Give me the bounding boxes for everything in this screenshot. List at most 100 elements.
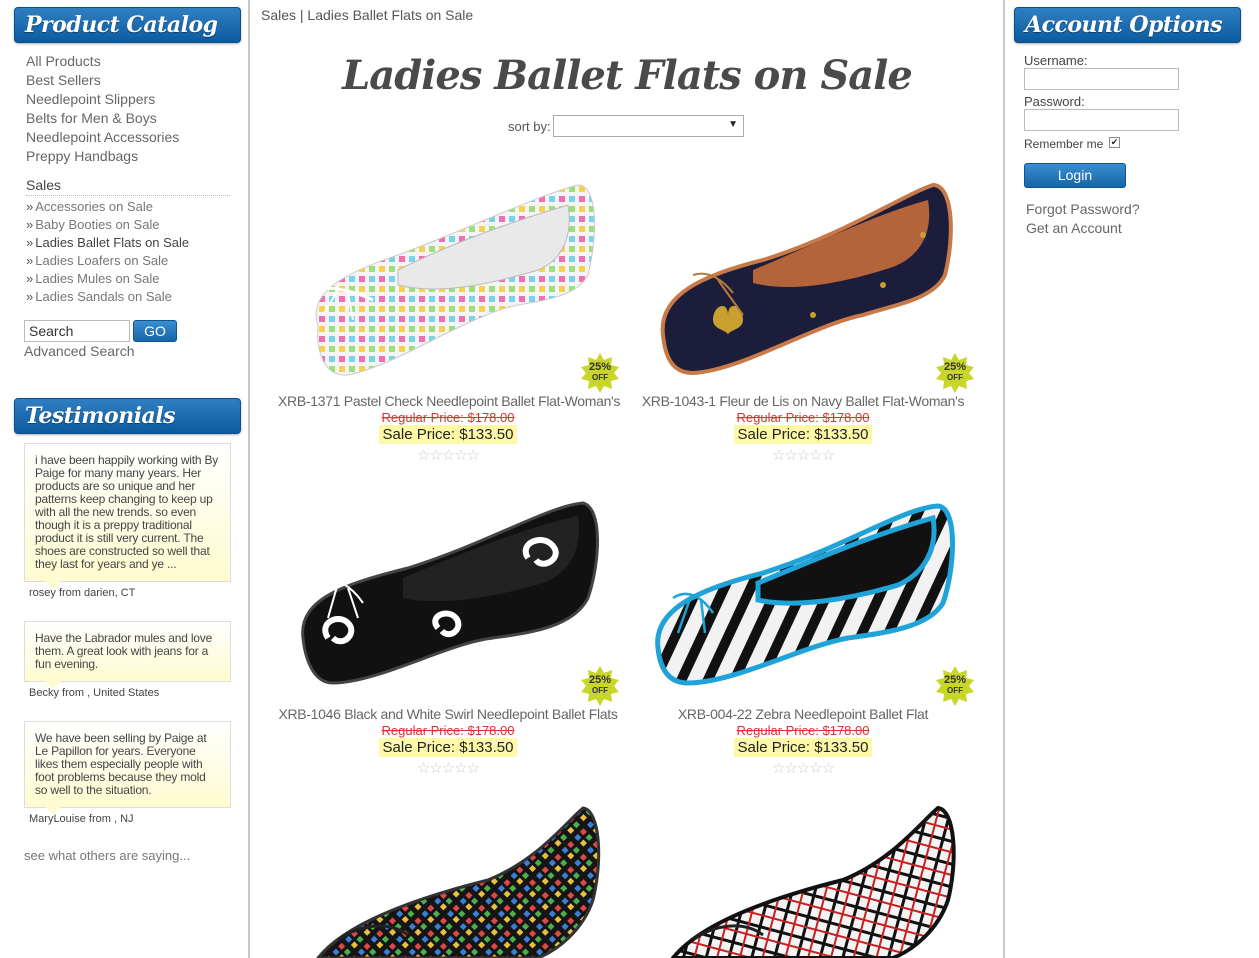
sale-price-wrap: Sale Price: $133.50 [278,738,618,757]
product-card[interactable]: 25% OFF XRB-1371 Pastel Check Needlepoin… [278,175,620,475]
regular-price: Regular Price: $178.00 [736,410,870,425]
product-card[interactable]: 25% OFF XRB-1046 Black and White Swirl N… [278,488,620,788]
rating-stars-icon: ☆☆☆☆☆ [416,447,480,464]
sale-price: Sale Price: $133.50 [733,425,873,444]
sale-price: Sale Price: $133.50 [378,738,518,757]
black-white-swirl-shoe-image[interactable] [278,488,618,698]
badge-off: OFF [947,686,963,695]
sales-item-label: Ladies Sandals on Sale [35,289,172,304]
advanced-search-link[interactable]: Advanced Search [24,343,135,359]
rating-stars-icon: ☆☆☆☆☆ [771,760,835,777]
sales-item-mules[interactable]: » Ladies Mules on Sale [26,270,189,288]
regular-price: Regular Price: $178.00 [381,723,515,738]
sales-item-baby-booties[interactable]: » Baby Booties on Sale [26,216,189,234]
testimonial-author: rosey from darien, CT [29,587,136,599]
sales-item-label: Ladies Ballet Flats on Sale [35,235,190,250]
product-name[interactable]: XRB-1046 Black and White Swirl Needlepoi… [278,706,618,722]
testimonial-text: i have been happily working with By Paig… [35,453,219,571]
search-input[interactable] [24,320,130,342]
remember-me-label: Remember me [1024,137,1104,151]
product-card[interactable] [633,800,973,958]
sales-list: » Accessories on Sale » Baby Booties on Sa… [26,198,189,306]
raquo-marker: » [26,235,34,250]
sale-price-wrap: Sale Price: $133.50 [633,425,973,444]
raquo-marker: » [26,289,34,304]
plaid-shoe-image[interactable] [633,800,973,958]
badge-off: OFF [947,373,963,382]
main-content: Sales | Ladies Ballet Flats on Sale Ladi… [252,0,1002,958]
testimonial-text: We have been selling by Paige at Le Papi… [35,731,207,797]
sale-price: Sale Price: $133.50 [378,425,518,444]
get-account-link[interactable]: Get an Account [1026,220,1122,236]
navy-fleur-de-lis-shoe-image[interactable] [633,175,973,385]
password-label: Password: [1024,94,1085,109]
see-more-testimonials-link[interactable]: see what others are saying... [24,848,190,863]
testimonial-author: Becky from , United States [29,687,160,699]
badge-percent: 25% [588,361,612,373]
regular-price: Regular Price: $178.00 [736,723,870,738]
badge-percent: 25% [588,674,612,686]
sale-price: Sale Price: $133.50 [733,738,873,757]
sales-item-loafers[interactable]: » Ladies Loafers on Sale [26,252,189,270]
sales-item-label: Ladies Mules on Sale [35,271,160,286]
breadcrumb[interactable]: Sales | Ladies Ballet Flats on Sale [261,7,473,23]
product-card[interactable]: 25% OFF XRB-1043-1 Fleur de Lis on Navy … [633,175,975,475]
rating-stars-icon: ☆☆☆☆☆ [771,447,835,464]
testimonial-bubble: Have the Labrador mules and love them. A… [24,621,231,689]
go-button[interactable]: GO [133,320,177,342]
catalog-list: All Products Best Sellers Needlepoint Sl… [26,52,179,166]
testimonial-text: Have the Labrador mules and love them. A… [35,631,213,671]
badge-off: OFF [592,686,608,695]
catalog-item-all-products[interactable]: All Products [26,52,179,71]
product-card[interactable]: 25% OFF XRB-004-22 Zebra Needlepoint Bal… [633,488,975,788]
catalog-item-belts[interactable]: Belts for Men & Boys [26,109,179,128]
sale-price-wrap: Sale Price: $133.50 [633,738,973,757]
badge-percent: 25% [943,674,967,686]
product-name[interactable]: XRB-1371 Pastel Check Needlepoint Ballet… [278,393,620,409]
account-options-header: Account Options [1014,7,1241,43]
page-title: Ladies Ballet Flats on Sale [342,52,913,99]
sales-item-label: Accessories on Sale [35,199,154,214]
raquo-marker: » [26,253,34,268]
testimonial-bubble: i have been happily working with By Paig… [24,443,231,589]
sort-select[interactable]: ▼ [553,115,744,137]
discount-badge: 25% OFF [935,666,975,706]
sort-label: sort by: [508,119,551,134]
product-name[interactable]: XRB-1043-1 Fleur de Lis on Navy Ballet F… [633,393,973,409]
badge-percent: 25% [943,361,967,373]
product-catalog-header: Product Catalog [14,7,241,43]
sales-heading[interactable]: Sales [26,177,230,196]
raquo-marker: » [26,199,34,214]
zebra-shoe-image[interactable] [633,488,973,698]
discount-badge: 25% OFF [935,353,975,393]
raquo-marker: » [26,271,34,286]
forgot-password-link[interactable]: Forgot Password? [1026,201,1140,217]
sales-item-label: Baby Booties on Sale [35,217,160,232]
sales-item-accessories[interactable]: » Accessories on Sale [26,198,189,216]
testimonials-header: Testimonials [14,398,241,434]
raquo-marker: » [26,217,34,232]
product-name[interactable]: XRB-004-22 Zebra Needlepoint Ballet Flat [633,706,973,722]
product-card[interactable] [278,800,618,958]
badge-off: OFF [592,373,608,382]
catalog-item-needlepoint-slippers[interactable]: Needlepoint Slippers [26,90,179,109]
rating-stars-icon: ☆☆☆☆☆ [416,760,480,777]
username-input[interactable] [1024,68,1179,90]
sales-item-sandals[interactable]: » Ladies Sandals on Sale [26,288,189,306]
dropdown-arrow-icon: ▼ [728,119,738,130]
testimonial-bubble: We have been selling by Paige at Le Papi… [24,721,231,815]
discount-badge: 25% OFF [580,666,620,706]
catalog-item-best-sellers[interactable]: Best Sellers [26,71,179,90]
remember-me-checkbox[interactable]: ✔ [1109,137,1120,148]
discount-badge: 25% OFF [580,353,620,393]
pastel-check-shoe-image[interactable] [278,175,618,385]
catalog-item-accessories[interactable]: Needlepoint Accessories [26,128,179,147]
login-button[interactable]: Login [1024,163,1126,188]
password-input[interactable] [1024,109,1179,131]
username-label: Username: [1024,53,1088,68]
sale-price-wrap: Sale Price: $133.50 [278,425,618,444]
right-sidebar: Account Options Username: Password: Reme… [1003,0,1259,958]
sales-item-ballet-flats[interactable]: » Ladies Ballet Flats on Sale [26,234,189,252]
multicolor-check-shoe-image[interactable] [278,800,618,958]
catalog-item-handbags[interactable]: Preppy Handbags [26,147,179,166]
